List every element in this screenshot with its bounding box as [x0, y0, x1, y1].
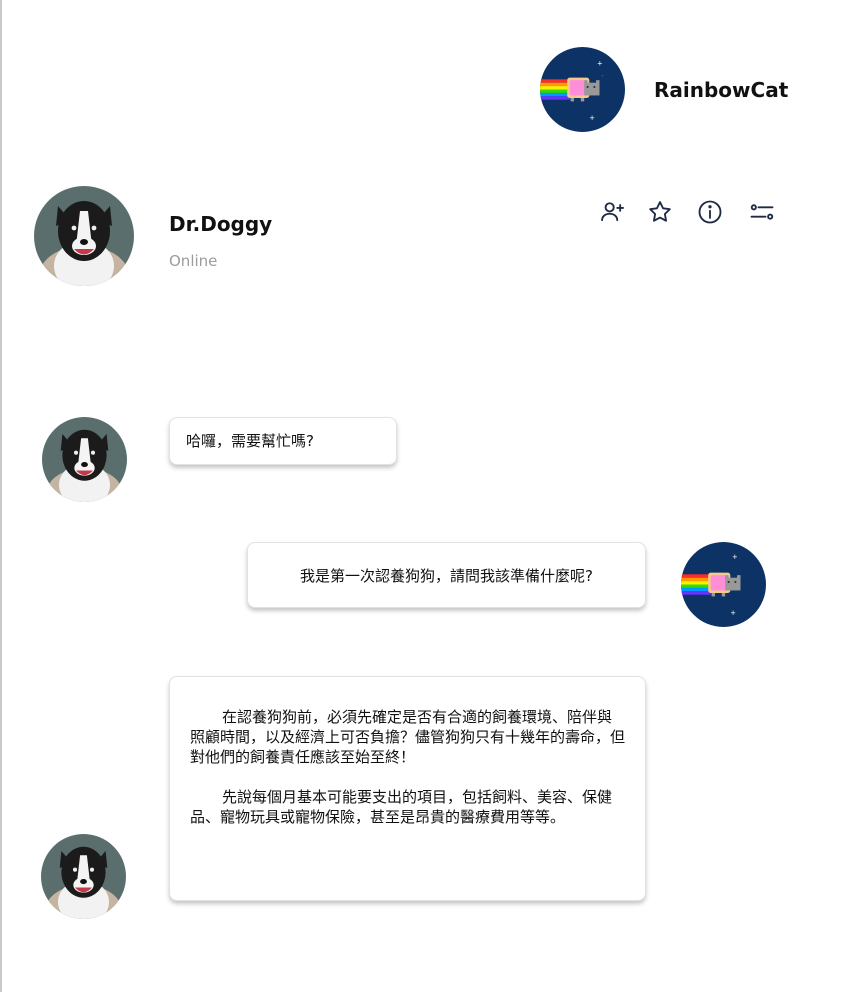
- add-user-icon[interactable]: [598, 198, 626, 226]
- nyan-cat-avatar[interactable]: + +: [681, 542, 766, 627]
- svg-text:+: +: [730, 609, 736, 617]
- settings-sliders-icon[interactable]: [748, 198, 776, 226]
- svg-text:+: +: [597, 60, 603, 68]
- info-icon[interactable]: [696, 198, 724, 226]
- message-paragraph: 在認養狗狗前，必須先確定是否有合適的飼養環境、陪伴與照顧時間，以及經濟上可否負擔…: [190, 708, 626, 766]
- svg-text:+: +: [589, 114, 595, 122]
- svg-text:+: +: [732, 553, 738, 561]
- current-user-name: RainbowCat: [654, 78, 789, 102]
- message-bubble-incoming: 在認養狗狗前，必須先確定是否有合適的飼養環境、陪伴與照顧時間，以及經濟上可否負擔…: [169, 676, 646, 901]
- message-bubble-incoming: 哈囉，需要幫忙嗎?: [169, 417, 397, 465]
- star-icon[interactable]: [646, 198, 674, 226]
- message-paragraph: 先說每個月基本可能要支出的項目，包括飼料、美容、保健品、寵物玩具或寵物保險，甚至…: [190, 788, 613, 826]
- contact-name: Dr.Doggy: [169, 212, 273, 236]
- nyan-cat-avatar[interactable]: + · +: [540, 47, 625, 132]
- header-actions: [598, 198, 778, 226]
- contact-status: Online: [169, 252, 218, 270]
- dog-avatar[interactable]: [42, 417, 127, 502]
- dog-avatar[interactable]: [34, 186, 134, 286]
- left-border: [0, 0, 2, 992]
- message-bubble-outgoing: 我是第一次認養狗狗，請問我該準備什麼呢?: [247, 542, 646, 608]
- dog-avatar[interactable]: [41, 834, 126, 919]
